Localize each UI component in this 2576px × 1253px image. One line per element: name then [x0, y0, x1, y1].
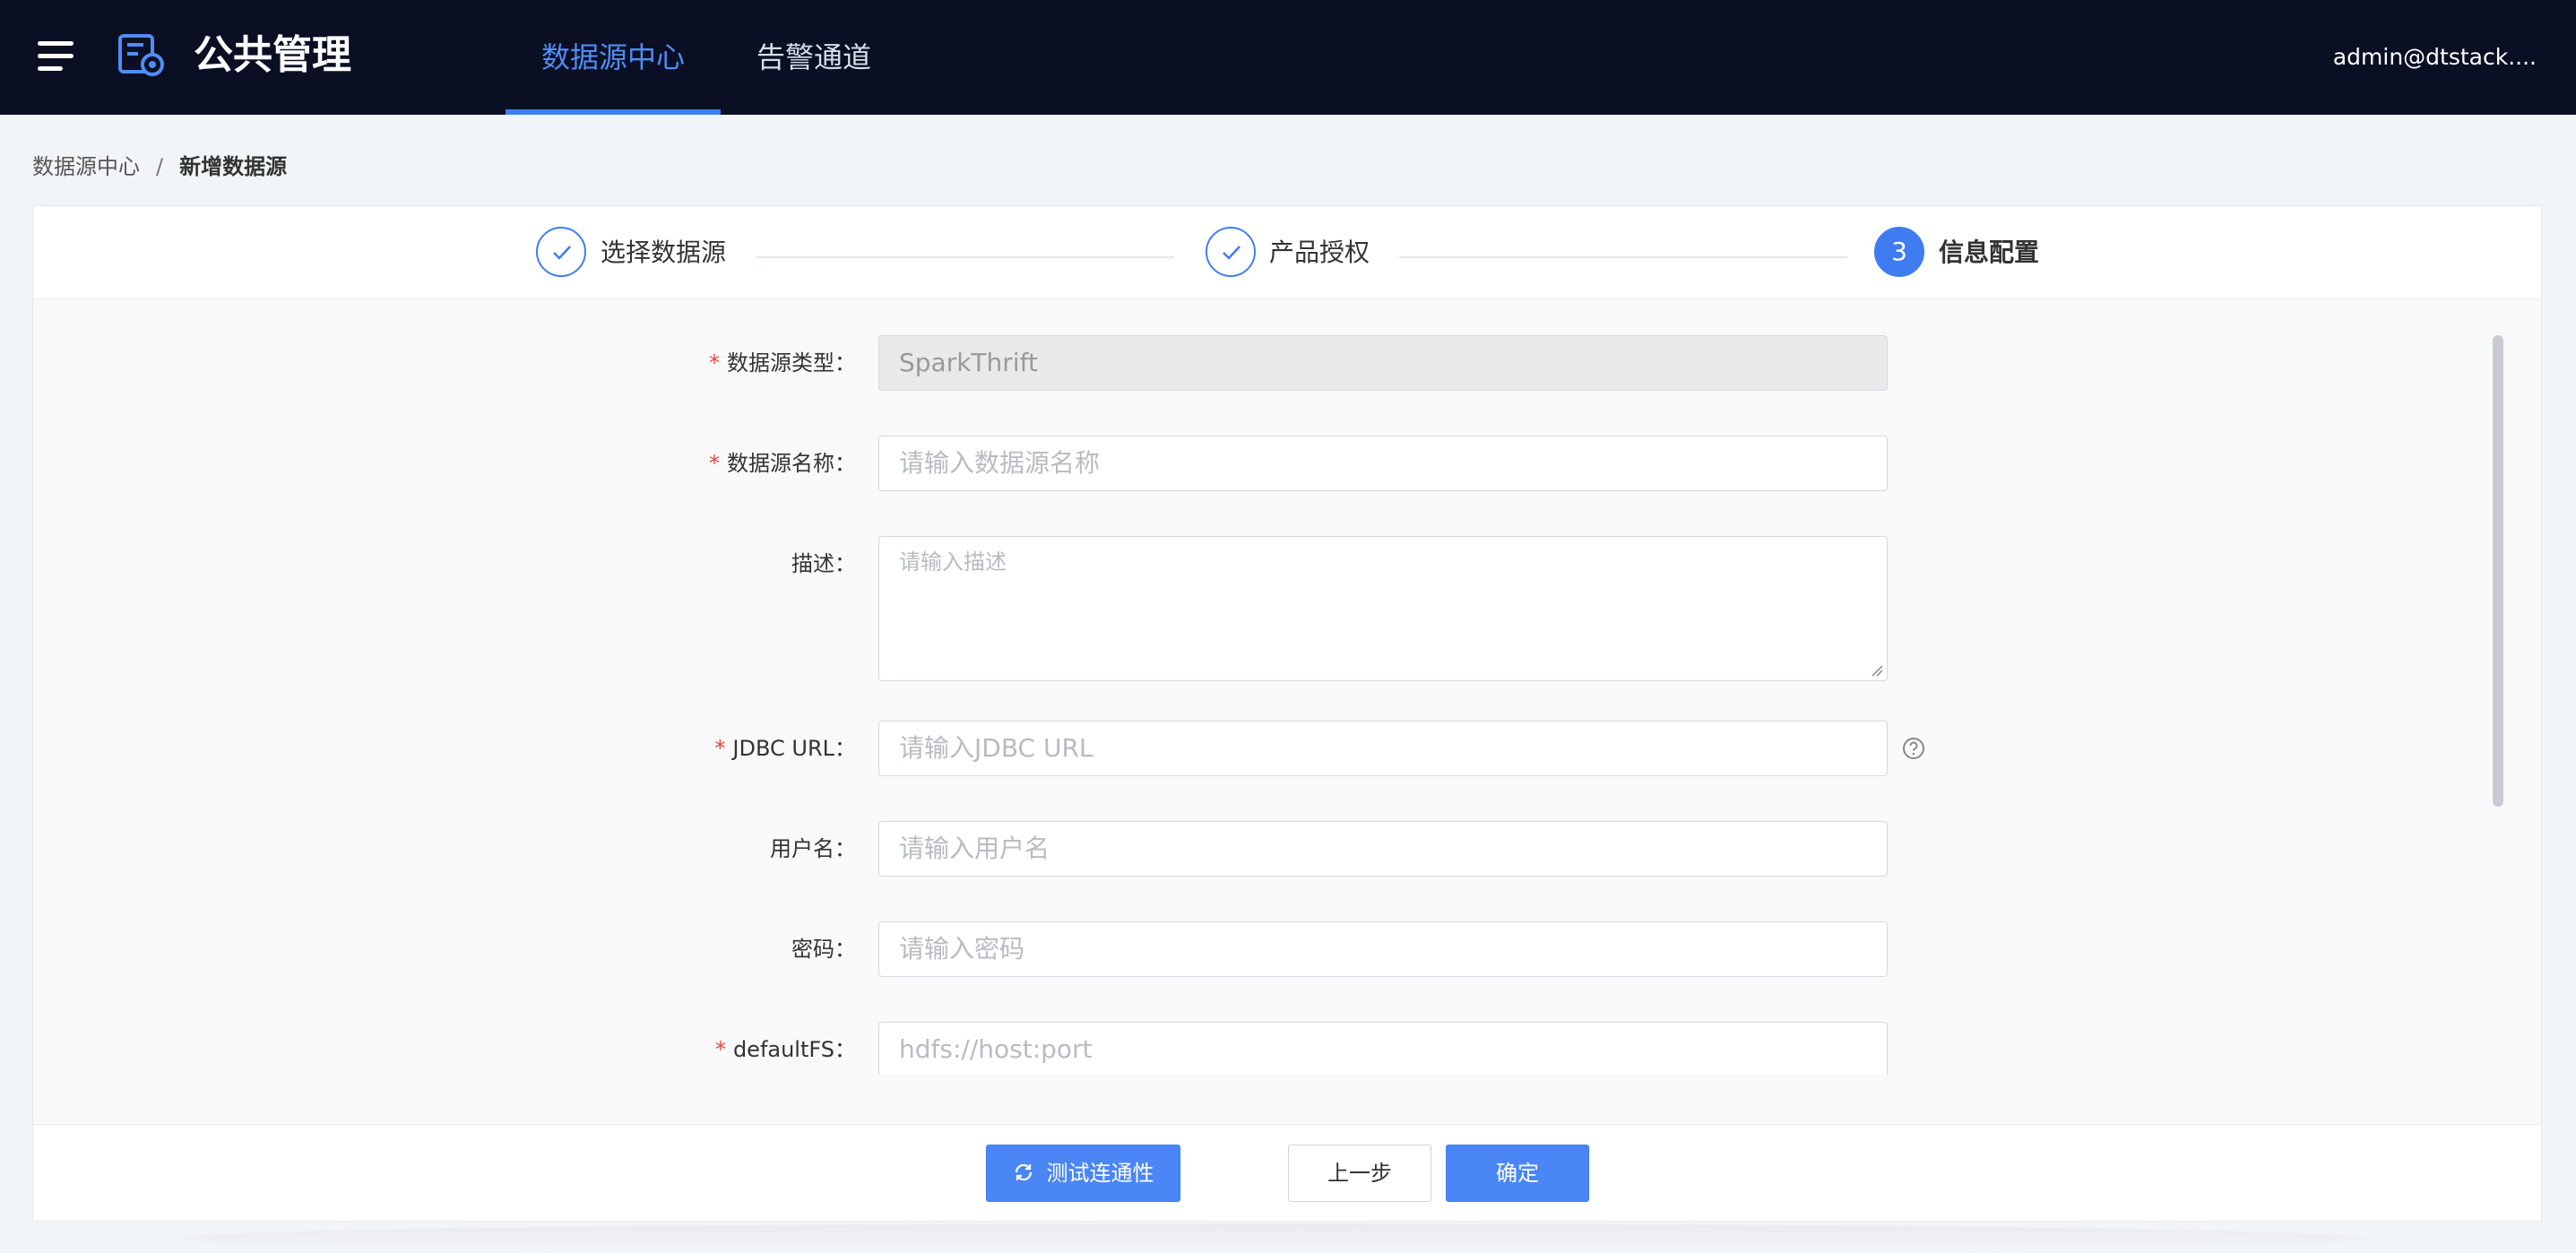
app-title: 公共管理 — [194, 32, 351, 78]
placeholder: 请输入数据源名称 — [899, 448, 1101, 478]
breadcrumb-current: 新增数据源 — [179, 154, 288, 179]
step-3-active: 3 — [1874, 227, 1924, 277]
hamburger-menu-icon[interactable] — [38, 41, 73, 72]
label-suffix: ： — [834, 736, 856, 761]
field-label: 用户名： — [770, 821, 856, 877]
step-connector — [755, 256, 1174, 258]
refresh-icon — [1015, 1163, 1032, 1181]
step-1-label: 选择数据源 — [601, 238, 727, 267]
confirm-button[interactable]: 确定 — [1446, 1145, 1589, 1202]
step-2-label: 产品授权 — [1269, 238, 1370, 267]
label-suffix: ： — [834, 836, 856, 861]
label-text: 数据源类型 — [727, 350, 834, 376]
active-tab-underline — [506, 109, 721, 115]
field-label: 密码： — [791, 921, 856, 977]
field-label: * 数据源类型： — [709, 335, 856, 391]
required-mark: * — [714, 1037, 726, 1062]
datasource-form-card: 选择数据源 产品授权 3 信息配置 * 数据源类型： SparkThrift * 数… — [32, 205, 2542, 1222]
label-suffix: ： — [834, 551, 856, 576]
tab-alert-channel[interactable]: 告警通道 — [744, 0, 884, 115]
description-textarea[interactable]: 请输入描述 — [878, 536, 1888, 681]
defaultfs-input[interactable]: hdfs://host:port — [878, 1022, 1888, 1075]
datasource-type-input: SparkThrift — [878, 335, 1888, 391]
field-label: * JDBC URL： — [714, 721, 856, 776]
required-mark: * — [709, 451, 720, 476]
step-1-done — [536, 227, 586, 277]
jdbc-url-input[interactable]: 请输入JDBC URL — [878, 721, 1888, 776]
breadcrumb-separator: / — [156, 154, 164, 179]
username-input[interactable]: 请输入用户名 — [878, 821, 1888, 877]
label-text: 用户名 — [770, 836, 834, 861]
tab-label: 告警通道 — [756, 40, 871, 74]
field-label: * defaultFS： — [715, 1022, 856, 1075]
placeholder: 请输入密码 — [899, 934, 1025, 964]
top-header: 公共管理 数据源中心 告警通道 admin@dtstack.... — [0, 0, 2576, 115]
label-text: JDBC URL — [732, 736, 834, 761]
label-suffix: ： — [834, 350, 856, 376]
resize-grip-icon[interactable] — [1871, 664, 1883, 677]
tab-datasource-center[interactable]: 数据源中心 — [506, 0, 721, 115]
required-mark: * — [714, 736, 726, 761]
button-label: 测试连通性 — [1046, 1161, 1154, 1186]
breadcrumb: 数据源中心 / 新增数据源 — [32, 151, 287, 183]
placeholder: 请输入JDBC URL — [899, 733, 1094, 763]
placeholder: hdfs://host:port — [899, 1034, 1093, 1064]
steps-bar: 选择数据源 产品授权 3 信息配置 — [33, 206, 2541, 299]
tab-label: 数据源中心 — [540, 40, 685, 74]
form-scroll-area[interactable]: * 数据源类型： SparkThrift * 数据源名称： 请输入数据源名称 描述：… — [33, 299, 2541, 1075]
label-text: 数据源名称 — [727, 451, 834, 476]
check-icon — [1223, 246, 1240, 260]
field-label: * 数据源名称： — [709, 436, 856, 491]
form-footer: 测试连通性 上一步 确定 — [33, 1124, 2541, 1221]
label-suffix: ： — [834, 937, 856, 962]
placeholder: 请输入用户名 — [899, 834, 1050, 863]
page-bottom-shadow — [179, 1223, 2366, 1253]
breadcrumb-parent-link[interactable]: 数据源中心 — [32, 154, 140, 179]
label-text: 密码 — [791, 937, 834, 962]
question-circle-icon[interactable] — [1902, 737, 1925, 760]
step-3-label: 信息配置 — [1939, 238, 2040, 267]
label-suffix: ： — [834, 451, 856, 476]
password-input[interactable]: 请输入密码 — [878, 921, 1888, 977]
label-text: 描述 — [791, 551, 834, 576]
label-suffix: ： — [834, 1037, 856, 1062]
step-connector — [1399, 256, 1847, 258]
check-icon — [553, 246, 571, 260]
vertical-scrollbar[interactable] — [2493, 335, 2503, 807]
placeholder: 请输入描述 — [899, 549, 1007, 575]
settings-app-icon — [118, 34, 164, 76]
previous-step-button[interactable]: 上一步 — [1288, 1145, 1431, 1202]
datasource-name-input[interactable]: 请输入数据源名称 — [878, 436, 1888, 491]
user-menu[interactable]: admin@dtstack.... — [2333, 0, 2537, 115]
required-mark: * — [709, 350, 720, 376]
step-2-done — [1206, 227, 1256, 277]
field-label: 描述： — [791, 536, 856, 592]
test-connection-button[interactable]: 测试连通性 — [986, 1145, 1180, 1202]
label-text: defaultFS — [732, 1037, 834, 1062]
